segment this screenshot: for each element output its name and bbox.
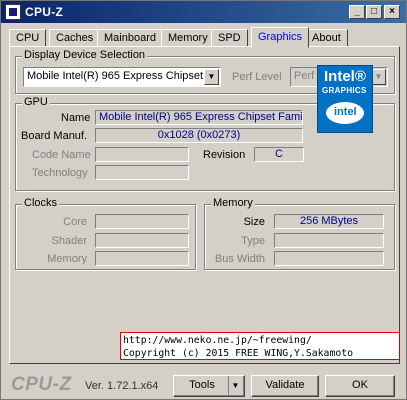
tools-button[interactable]: Tools ▼	[173, 375, 245, 397]
shader-clock-value	[95, 233, 189, 248]
intel-graphics-text: GRAPHICS	[322, 86, 367, 95]
display-device-value: Mobile Intel(R) 965 Express Chipset F	[27, 70, 213, 82]
memory-type-label: Type	[241, 235, 265, 247]
chevron-down-icon[interactable]: ▼	[371, 69, 386, 85]
intel-graphics-logo: Intel® GRAPHICS intel	[317, 65, 373, 133]
core-clock-value	[95, 214, 189, 229]
close-button[interactable]: ×	[384, 5, 400, 19]
credits-url[interactable]: http://www.neko.ne.jp/~freewing/	[123, 334, 397, 347]
tab-about[interactable]: About	[305, 29, 348, 47]
clocks-group-label: Clocks	[22, 197, 60, 209]
memory-size-value: 256 MBytes	[274, 214, 384, 229]
code-name-label: Code Name	[32, 149, 91, 161]
tab-graphics[interactable]: Graphics	[251, 27, 310, 48]
memory-type-value	[274, 233, 384, 248]
board-manuf-value: 0x1028 (0x0273)	[95, 128, 303, 143]
cpuz-app-icon[interactable]	[5, 4, 21, 20]
perf-level-label: Perf Level	[232, 71, 282, 83]
memory-clock-value	[95, 251, 189, 266]
code-name-value	[95, 147, 189, 162]
chevron-down-icon[interactable]: ▼	[228, 376, 242, 395]
display-device-select[interactable]: Mobile Intel(R) 965 Express Chipset F ▼	[23, 67, 221, 87]
technology-label: Technology	[32, 167, 88, 179]
chevron-down-icon[interactable]: ▼	[204, 69, 219, 85]
tab-spd[interactable]: SPD	[211, 29, 248, 47]
memory-clock-label: Memory	[47, 253, 87, 265]
shader-clock-label: Shader	[51, 235, 87, 247]
gpu-group-label: GPU	[22, 96, 50, 108]
tab-memory[interactable]: Memory	[161, 29, 215, 47]
title-bar[interactable]: CPU-Z _ □ ×	[1, 1, 406, 23]
display-device-group-label: Display Device Selection	[22, 49, 148, 61]
cpuz-brand-logo: CPU-Z	[11, 374, 72, 395]
memory-size-label: Size	[243, 216, 265, 228]
board-manuf-label: Board Manuf.	[21, 130, 88, 142]
maximize-button[interactable]: □	[366, 5, 382, 19]
version-text: Ver. 1.72.1.x64	[85, 380, 159, 392]
intel-brand-text: Intel®	[324, 68, 366, 85]
tab-caches[interactable]: Caches	[49, 29, 101, 47]
tools-button-label: Tools	[189, 379, 215, 391]
tab-strip: CPU Caches Mainboard Memory SPD Graphics…	[9, 27, 399, 48]
gpu-name-value: Mobile Intel(R) 965 Express Chipset Fami…	[95, 110, 303, 125]
intel-inside-text: intel	[334, 106, 357, 118]
bus-width-label: Bus Width	[214, 253, 265, 265]
credits-copyright: Copyright (c) 2015 FREE WING,Y.Sakamoto	[123, 348, 354, 359]
tab-mainboard[interactable]: Mainboard	[97, 29, 163, 47]
cpuz-window: CPU-Z _ □ × CPU Caches Mainboard Memory …	[0, 0, 407, 400]
ok-button[interactable]: OK	[325, 375, 395, 397]
memory-group-label: Memory	[211, 197, 255, 209]
bus-width-value	[274, 251, 384, 266]
gpu-name-label: Name	[61, 112, 91, 124]
validate-button[interactable]: Validate	[251, 375, 319, 397]
intel-inside-badge: intel	[326, 102, 364, 124]
window-title: CPU-Z	[25, 5, 64, 19]
revision-label: Revision	[203, 149, 246, 161]
technology-value	[95, 165, 189, 180]
revision-value: C	[254, 147, 304, 162]
minimize-button[interactable]: _	[349, 5, 365, 19]
core-clock-label: Core	[63, 216, 87, 228]
credits-box: http://www.neko.ne.jp/~freewing/ Copyrig…	[120, 332, 400, 360]
tab-cpu[interactable]: CPU	[9, 29, 47, 47]
